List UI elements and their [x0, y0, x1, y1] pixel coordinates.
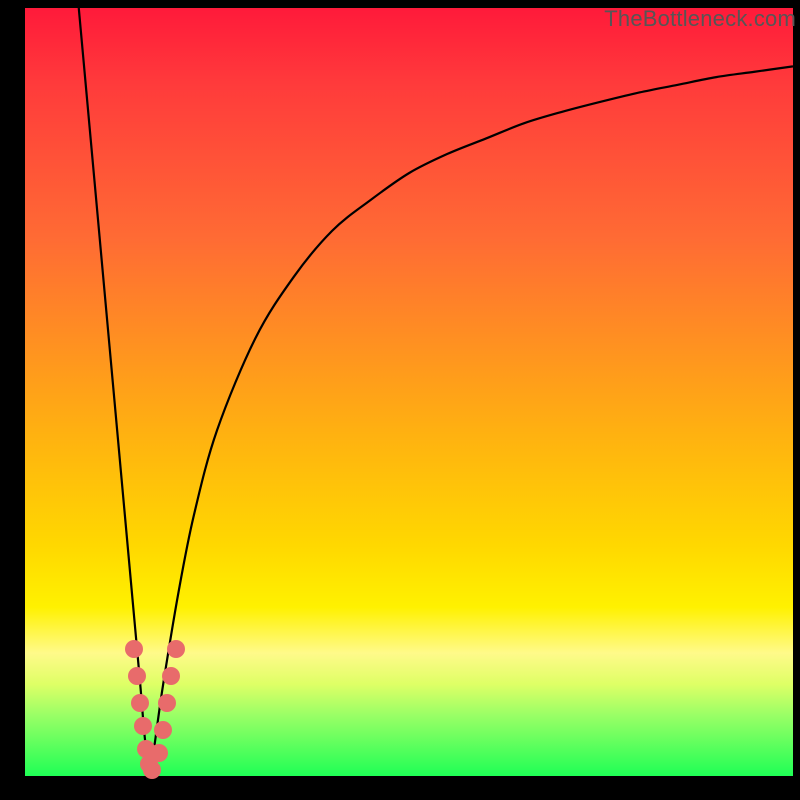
marker-point: [162, 667, 180, 685]
marker-point: [134, 717, 152, 735]
marker-point: [158, 694, 176, 712]
marker-point: [128, 667, 146, 685]
markers-layer: [25, 8, 793, 776]
marker-point: [131, 694, 149, 712]
marker-point: [154, 721, 172, 739]
watermark-text: TheBottleneck.com: [604, 6, 796, 32]
marker-point: [125, 640, 143, 658]
marker-point: [143, 761, 161, 779]
marker-point: [167, 640, 185, 658]
plot-area: [25, 8, 793, 776]
marker-point: [150, 744, 168, 762]
